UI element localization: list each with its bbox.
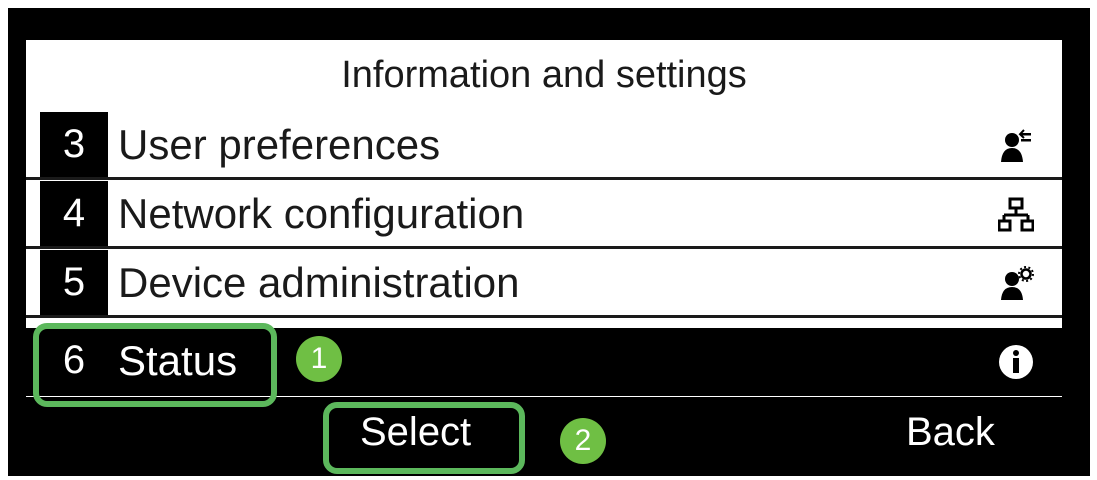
menu-item-number: 5 xyxy=(40,250,108,315)
callout-badge-2: 2 xyxy=(560,418,606,464)
menu-item-label: Device administration xyxy=(118,259,520,306)
menu-item-number: 3 xyxy=(40,112,108,177)
callout-badge-1: 1 xyxy=(296,336,342,382)
back-softkey[interactable]: Back xyxy=(906,410,995,455)
page-title: Information and settings xyxy=(341,54,747,96)
status-highlight-box xyxy=(33,323,277,407)
menu-item-label: Network configuration xyxy=(118,190,525,237)
menu-item-number: 4 xyxy=(40,181,108,246)
menu-item-network-configuration[interactable]: 4 Network configuration xyxy=(26,181,1062,249)
softkey-bar: Select Back xyxy=(8,398,1090,476)
menu-item-user-preferences[interactable]: 3 User preferences xyxy=(26,112,1062,180)
network-icon xyxy=(998,197,1034,232)
select-highlight-box xyxy=(323,402,525,474)
user-gear-icon xyxy=(1001,266,1034,300)
info-icon xyxy=(999,345,1033,379)
user-preferences-icon xyxy=(1001,129,1031,162)
menu-item-label: User preferences xyxy=(118,121,441,168)
menu-item-device-administration[interactable]: 5 Device administration xyxy=(26,250,1062,318)
